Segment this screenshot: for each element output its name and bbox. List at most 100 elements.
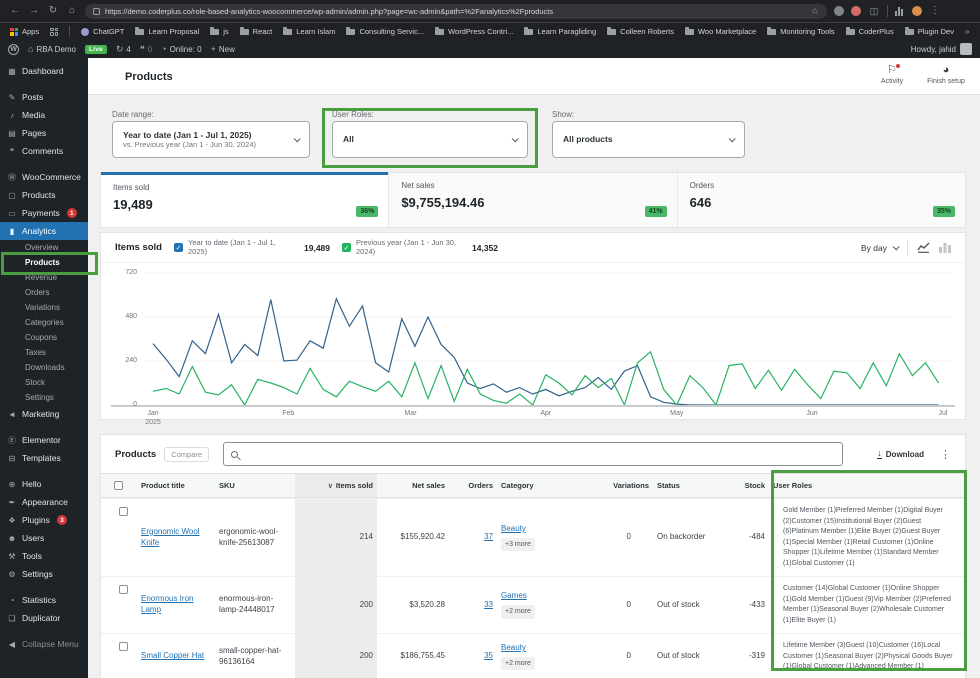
browser-menu-icon[interactable]: ⋮ <box>929 0 941 22</box>
product-title-link[interactable]: Enormous Iron Lamp <box>141 594 211 616</box>
site-info-icon[interactable] <box>93 7 100 15</box>
column-header-variations[interactable]: Variations <box>585 474 653 497</box>
sidebar-item-hello[interactable]: ⊕ Hello <box>0 475 88 493</box>
chart-plot-area[interactable]: 0 240 480 720 Jan 2025 Feb Mar Apr May Jun Jul <box>101 263 965 426</box>
product-title-link[interactable]: Small Copper Hat <box>141 651 204 662</box>
row-checkbox[interactable] <box>119 507 128 516</box>
account-menu[interactable]: Howdy, jahid <box>911 43 972 55</box>
sidebar-item-dashboard[interactable]: ▦ Dashboard <box>0 62 88 80</box>
forward-icon[interactable]: → <box>28 0 40 22</box>
submenu-item-revenue[interactable]: Revenue <box>0 270 88 285</box>
sidebar-item-elementor[interactable]: Ⓔ Elementor <box>0 431 88 449</box>
category-more-chip[interactable]: +2 more <box>501 656 535 671</box>
sidebar-item-appearance[interactable]: ✒ Appearance <box>0 493 88 511</box>
category-link[interactable]: Beauty <box>501 524 526 535</box>
sidebar-item-statistics[interactable]: ◔ Statistics <box>0 591 88 609</box>
submenu-item-stock[interactable]: Stock <box>0 375 88 390</box>
bookmark-apps[interactable]: Apps <box>10 27 39 36</box>
line-chart-toggle-icon[interactable] <box>917 242 930 253</box>
address-bar[interactable]: https://demo.coderplus.co/role-based-ana… <box>85 3 827 19</box>
bookmark-chatgpt[interactable]: ChatGPT <box>81 27 124 36</box>
sidebar-item-collapse-menu[interactable]: ◀ Collapse Menu <box>0 635 88 653</box>
bookmark-coderplus[interactable]: CoderPlus <box>845 26 894 36</box>
bookmark-js[interactable]: js <box>210 26 229 36</box>
category-more-chip[interactable]: +2 more <box>501 605 535 619</box>
sidebar-item-payments[interactable]: ▭ Payments 1 <box>0 204 88 222</box>
checkbox-checked-icon[interactable]: ✓ <box>342 243 351 252</box>
interval-select[interactable]: By day <box>861 243 900 253</box>
sidebar-item-analytics[interactable]: ▮ Analytics <box>0 222 88 240</box>
bookmark-monitoring-tools[interactable]: Monitoring Tools <box>767 26 835 36</box>
submenu-item-coupons[interactable]: Coupons <box>0 330 88 345</box>
updates-menu[interactable]: ↻ 4 <box>116 44 131 55</box>
summary-card-items-sold[interactable]: Items sold 19,489 36% <box>101 172 389 227</box>
column-header-user-roles[interactable]: User Roles <box>769 474 957 497</box>
column-header-category[interactable]: Category <box>497 474 585 497</box>
column-header-items-sold[interactable]: ∨ Items sold <box>295 474 377 497</box>
select-all-checkbox[interactable] <box>114 481 123 490</box>
submenu-item-overview[interactable]: Overview <box>0 240 88 255</box>
bookmark-learn-proposal[interactable]: Learn Proposal <box>135 26 199 36</box>
checkbox-checked-icon[interactable]: ✓ <box>174 243 183 252</box>
row-checkbox[interactable] <box>119 642 128 651</box>
home-icon[interactable]: ⌂ <box>66 0 78 22</box>
profile-avatar[interactable] <box>912 6 922 16</box>
screenshot-tool-icon[interactable] <box>834 6 844 16</box>
download-button[interactable]: ↓ Download <box>877 449 924 459</box>
summary-card-net-sales[interactable]: Net sales $9,755,194.46 41% <box>388 172 677 227</box>
sidebar-item-settings[interactable]: ⚙ Settings <box>0 565 88 583</box>
back-icon[interactable]: ← <box>9 0 21 22</box>
bookmark-learn-paragliding[interactable]: Learn Paragliding <box>524 26 596 36</box>
sidebar-item-templates[interactable]: ⊟ Templates <box>0 449 88 467</box>
bookmark-woo-marketplace[interactable]: Woo Marketplace <box>684 26 756 36</box>
date-range-select[interactable]: Year to date (Jan 1 - Jul 1, 2025) vs. P… <box>112 121 310 158</box>
sidebar-item-posts[interactable]: ✎ Posts <box>0 88 88 106</box>
sidebar-item-comments[interactable]: ❝ Comments <box>0 142 88 160</box>
column-header-orders[interactable]: Orders <box>449 474 497 497</box>
sidebar-item-products[interactable]: ▢ Products <box>0 186 88 204</box>
finish-setup-button[interactable]: ◕ Finish setup <box>920 63 972 85</box>
bookmark-wordpress-contri[interactable]: WordPress Contri... <box>435 26 513 36</box>
show-select[interactable]: All products <box>552 121 745 158</box>
bookmark-colleen-roberts[interactable]: Colleen Roberts <box>607 26 674 36</box>
submenu-item-settings[interactable]: Settings <box>0 390 88 405</box>
column-header-checkbox[interactable] <box>109 474 137 497</box>
bookmark-consulting-servic[interactable]: Consulting Servic... <box>346 26 424 36</box>
legend-current-period[interactable]: ✓ Year to date (Jan 1 - Jul 1, 2025) 19,… <box>174 238 330 256</box>
bookmark-react[interactable]: React <box>239 26 272 36</box>
sidebar-item-pages[interactable]: ▤ Pages <box>0 124 88 142</box>
bookmark-star-icon[interactable]: ☆ <box>811 6 819 17</box>
sidebar-item-plugins[interactable]: ❖ Plugins 3 <box>0 511 88 529</box>
summary-card-orders[interactable]: Orders 646 35% <box>676 172 965 227</box>
activity-button[interactable]: ⚐ Activity <box>866 63 918 85</box>
new-content-menu[interactable]: + New <box>211 44 235 54</box>
reload-icon[interactable]: ↻ <box>47 0 59 22</box>
column-header-net-sales[interactable]: Net sales <box>377 474 449 497</box>
column-header-product-title[interactable]: Product title <box>137 474 215 497</box>
column-header-status[interactable]: Status <box>653 474 721 497</box>
bar-chart-toggle-icon[interactable] <box>939 242 951 253</box>
product-title-link[interactable]: Ergonomic Wool Knife <box>141 527 211 549</box>
category-link[interactable]: Games <box>501 591 527 602</box>
compare-button[interactable]: Compare <box>164 446 210 462</box>
sidebar-item-tools[interactable]: ⚒ Tools <box>0 547 88 565</box>
submenu-item-downloads[interactable]: Downloads <box>0 360 88 375</box>
column-header-stock[interactable]: Stock <box>721 474 769 497</box>
bookmarks-overflow-chevron[interactable]: » <box>965 27 969 36</box>
bookmark-learn-islam[interactable]: Learn Islam <box>283 26 335 36</box>
submenu-item-variations[interactable]: Variations <box>0 300 88 315</box>
bookmark-plugin-dev[interactable]: Plugin Dev <box>904 26 954 36</box>
wordpress-logo-icon[interactable]: W <box>8 43 19 55</box>
table-menu-icon[interactable]: ⋮ <box>940 448 951 461</box>
user-roles-select[interactable]: All <box>332 121 528 158</box>
orders-link[interactable]: 33 <box>484 600 493 611</box>
sidebar-item-duplicator[interactable]: ❏ Duplicator <box>0 609 88 627</box>
media-controls-icon[interactable] <box>895 6 905 16</box>
column-header-sku[interactable]: SKU <box>215 474 295 497</box>
row-checkbox[interactable] <box>119 585 128 594</box>
sidebar-item-woocommerce[interactable]: Ⓦ WooCommerce <box>0 168 88 186</box>
online-menu[interactable]: ◔ Online: 0 <box>161 44 201 54</box>
product-search-input[interactable] <box>223 442 844 466</box>
category-link[interactable]: Beauty <box>501 643 526 654</box>
comments-menu[interactable]: ❝ 0 <box>140 44 152 55</box>
